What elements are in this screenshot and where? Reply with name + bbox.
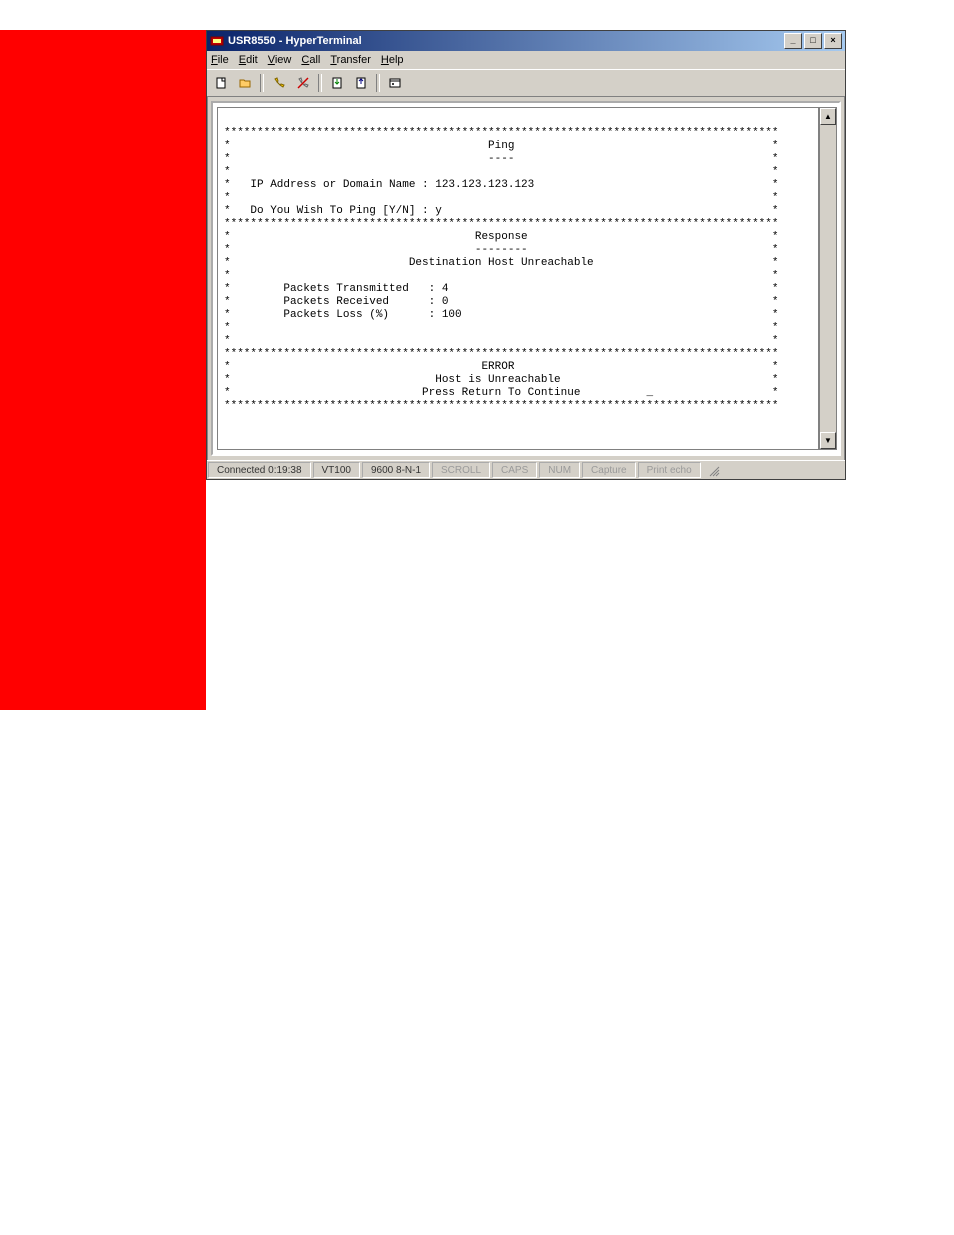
resize-grip[interactable]: [702, 461, 722, 479]
scroll-down-button[interactable]: ▼: [820, 432, 836, 449]
menu-edit[interactable]: Edit: [239, 54, 258, 66]
app-icon: [210, 34, 224, 48]
toolbar-new-button[interactable]: [210, 73, 232, 93]
menu-transfer[interactable]: Transfer: [330, 54, 371, 66]
close-button[interactable]: ×: [824, 33, 842, 49]
decorative-red-block: [0, 30, 206, 710]
toolbar-separator: [260, 74, 264, 92]
toolbar-properties-button[interactable]: [384, 73, 406, 93]
toolbar-separator: [376, 74, 380, 92]
status-settings: 9600 8-N-1: [362, 462, 430, 478]
toolbar-separator: [318, 74, 322, 92]
menu-help[interactable]: Help: [381, 54, 404, 66]
toolbar-disconnect-button[interactable]: [292, 73, 314, 93]
toolbar-receive-button[interactable]: [350, 73, 372, 93]
status-caps: CAPS: [492, 462, 537, 478]
window-controls: _ □ ×: [784, 33, 842, 49]
menubar: File Edit View Call Transfer Help: [207, 51, 845, 69]
hyperterminal-window: USR8550 - HyperTerminal _ □ × File Edit …: [206, 30, 846, 480]
status-scroll: SCROLL: [432, 462, 490, 478]
statusbar: Connected 0:19:38 VT100 9600 8-N-1 SCROL…: [207, 460, 845, 479]
toolbar-send-button[interactable]: [326, 73, 348, 93]
terminal-area: ****************************************…: [211, 101, 841, 456]
window-title: USR8550 - HyperTerminal: [228, 35, 362, 47]
status-emulation: VT100: [313, 462, 360, 478]
titlebar[interactable]: USR8550 - HyperTerminal _ □ ×: [207, 31, 845, 51]
menu-file[interactable]: File: [211, 54, 229, 66]
terminal-content: ****************************************…: [218, 108, 818, 419]
status-printecho: Print echo: [638, 462, 701, 478]
status-connected: Connected 0:19:38: [208, 462, 311, 478]
toolbar-call-button[interactable]: [268, 73, 290, 93]
terminal-viewport[interactable]: ****************************************…: [217, 107, 819, 450]
menu-call[interactable]: Call: [301, 54, 320, 66]
toolbar: [207, 69, 845, 97]
menu-view[interactable]: View: [268, 54, 292, 66]
page-root: USR8550 - HyperTerminal _ □ × File Edit …: [0, 0, 954, 1235]
status-num: NUM: [539, 462, 580, 478]
titlebar-left: USR8550 - HyperTerminal: [210, 34, 362, 48]
status-capture: Capture: [582, 462, 636, 478]
minimize-button[interactable]: _: [784, 33, 802, 49]
toolbar-open-button[interactable]: [234, 73, 256, 93]
vertical-scrollbar[interactable]: ▲ ▼: [819, 107, 837, 450]
maximize-button[interactable]: □: [804, 33, 822, 49]
scroll-up-button[interactable]: ▲: [820, 108, 836, 125]
